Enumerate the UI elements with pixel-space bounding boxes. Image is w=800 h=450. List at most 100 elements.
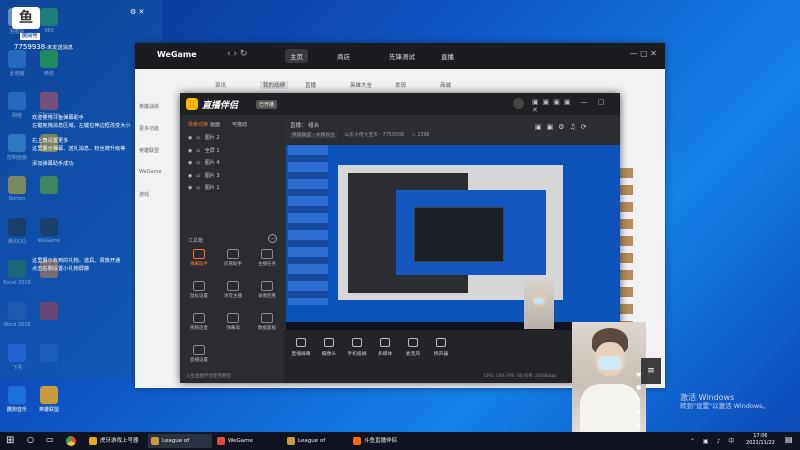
scene-item[interactable]: ◉ ▫ 图片 4 [188, 159, 220, 166]
overlay-channel-tag: 房间号 [20, 33, 40, 40]
webcam-overlay[interactable]: ♥ ● ★ ◆ ▲ [572, 322, 646, 448]
scene-tab[interactable]: 画面 [210, 121, 220, 128]
desktop-icon[interactable]: 英雄联盟 [32, 386, 66, 413]
scene-tab[interactable]: 场景切换 [188, 121, 208, 128]
scene-item[interactable]: ◉ ▫ 图片 1 [188, 184, 220, 191]
douyu-tools-add-icon[interactable]: − [268, 234, 277, 243]
viewer-icon: ♨ [411, 133, 416, 138]
wegame-left-item[interactable]: 游戏 [139, 191, 179, 213]
douyu-companion-window[interactable]: 直播伴侣 已开播 ▣▣▣▣ — ▢ ✕ 场景切换 画面 可拖动 ◉ ▫ 图片 2 ◉ ▫ 全屏… [180, 93, 620, 383]
stream-title-label: 直播： [290, 123, 307, 129]
bottom-button[interactable]: 多媒体 [372, 338, 398, 357]
wegame-tab[interactable]: 商店 [337, 51, 350, 61]
eye-icon[interactable]: ◉ [188, 148, 192, 154]
bottom-button[interactable]: 直播屏幕 [288, 338, 314, 357]
webcam-preview-small [524, 281, 554, 329]
douyu-top-right-icons[interactable]: ▣▣⚙♫⟳ [535, 123, 592, 131]
eye-icon[interactable]: ◉ [188, 135, 192, 141]
webcam-mask [598, 356, 622, 370]
wegame-tab[interactable]: 主页 [285, 49, 308, 63]
douyu-avatar[interactable] [513, 98, 524, 109]
eye-icon[interactable]: ◉ [188, 173, 192, 179]
taskbar-app[interactable]: League of Legends [148, 434, 212, 448]
tool-item[interactable]: 弹幕助手 [188, 249, 210, 267]
taskbar-app[interactable]: 斗鱼直播伴侣 [350, 434, 416, 448]
stream-room-info: 山东大佬大宝贝 · 7759938 [344, 133, 405, 138]
wegame-subnav-item[interactable]: 直播 [305, 81, 316, 89]
douyu-stream-meta: 英雄联盟 · 大师段位 山东大佬大宝贝 · 7759938 ♨ 2396 [290, 131, 430, 138]
taskbar-app-icon [151, 437, 159, 445]
tool-icon [193, 313, 205, 323]
tool-item[interactable]: 语音主播 [222, 281, 244, 299]
eye-icon[interactable]: ◉ [188, 185, 192, 191]
tool-item[interactable]: 视频连麦 [188, 313, 210, 331]
tray-icons[interactable]: ⌃ ▣ ♪ 中 [690, 436, 737, 445]
preview-left-icons [288, 145, 328, 305]
wegame-back-icon[interactable]: ‹ › ↻ [227, 49, 247, 59]
douyu-logo-icon [186, 98, 198, 110]
wegame-left-item[interactable]: 英雄联盟 [139, 147, 179, 169]
tool-item[interactable]: 数据面板 [256, 313, 278, 331]
notification-icon[interactable]: ▤ [785, 435, 793, 444]
douyu-title: 直播伴侣 [202, 101, 239, 111]
tool-item[interactable]: 鼠标设置 [188, 281, 210, 299]
bottom-button[interactable]: 扬声器 [428, 338, 454, 357]
taskbar-app[interactable]: League of Legen... [284, 434, 348, 448]
lock-icon[interactable]: ▫ [196, 173, 199, 179]
wegame-subnav-item[interactable]: 英雄大全 [350, 81, 372, 89]
chrome-taskbar-icon[interactable] [66, 436, 76, 446]
bottom-button[interactable]: 手机投屏 [344, 338, 370, 357]
scene-tab[interactable]: 可拖动 [232, 121, 247, 128]
tool-label: 数据面板 [258, 326, 276, 331]
overlay-settings-icon[interactable]: ⚙ ✕ [130, 8, 144, 16]
tool-item[interactable]: 主播任务 [256, 249, 278, 267]
windows-activation-watermark: 激活 Windows 转到"设置"以激活 Windows。 [680, 393, 769, 411]
wegame-subnav-item[interactable]: 发现 [395, 81, 406, 89]
taskview-icon[interactable]: ▭ [46, 435, 54, 444]
stream-preview[interactable] [286, 145, 620, 330]
taskbar-app[interactable]: 虎牙游戏上号器 [86, 434, 146, 448]
search-icon[interactable]: ○ [27, 435, 34, 444]
start-icon[interactable]: ⊞ [6, 436, 16, 446]
wegame-tab[interactable]: 直播 [441, 51, 454, 61]
eye-icon[interactable]: ◉ [188, 160, 192, 166]
desktop-icon[interactable]: 酷狗音乐 [0, 386, 34, 413]
taskbar-app-icon [287, 437, 295, 445]
wegame-window-controls[interactable]: — ▢ ✕ [630, 49, 657, 58]
lock-icon[interactable]: ▫ [196, 160, 199, 166]
wegame-subnav-item[interactable]: 我的战绩 [260, 81, 289, 89]
douyu-window-controls[interactable]: ▣▣▣▣ — ▢ ✕ [532, 98, 620, 114]
taskbar-app-label: League of Legends [162, 438, 190, 444]
stream-category[interactable]: 英雄联盟 · 大师段位 [290, 133, 337, 138]
bottom-button[interactable]: 麦克风 [400, 338, 426, 357]
bottom-button-icon [408, 338, 418, 347]
wegame-left-item[interactable]: WeGame [139, 169, 179, 191]
scene-item[interactable]: ◉ ▫ 图片 2 [188, 134, 220, 141]
tool-icon [261, 313, 273, 323]
bottom-button[interactable]: 摄像头 [316, 338, 342, 357]
lock-icon[interactable]: ▫ [196, 185, 199, 191]
scene-label: 图片 2 [204, 135, 220, 141]
tool-item[interactable]: 录像回看 [256, 281, 278, 299]
tool-icon [193, 345, 205, 355]
wegame-subnav-item[interactable]: 资讯 [215, 81, 226, 89]
wegame-left-item[interactable]: 更多功能 [139, 125, 179, 147]
wegame-subnav-item[interactable]: 商城 [440, 81, 451, 89]
tool-item[interactable]: 弹幕墙 [222, 313, 244, 331]
tool-item[interactable]: 直播设置 [188, 345, 210, 363]
scene-item[interactable]: ◉ ▫ 图片 3 [188, 172, 220, 179]
stream-title[interactable]: 组合 [308, 123, 319, 129]
menu-icon[interactable]: ≡ [641, 358, 661, 384]
scene-item[interactable]: ◉ ▫ 全屏 1 [188, 147, 220, 154]
wegame-tab[interactable]: 先锋测试 [389, 51, 415, 61]
douyu-status-left[interactable]: 斗鱼直播伴侣使用教程 [186, 373, 231, 379]
scene-label: 图片 3 [204, 172, 220, 179]
wegame-left-item[interactable]: 英雄战绩 [139, 103, 179, 125]
douyu-tools-header: 工具箱 [188, 238, 204, 244]
windows-taskbar: ⊞ ○ ▭ 虎牙游戏上号器 League of Legends WeGame Leag… [0, 432, 800, 450]
lock-icon[interactable]: ▫ [196, 148, 199, 154]
lock-icon[interactable]: ▫ [196, 135, 199, 141]
taskbar-app[interactable]: WeGame [214, 434, 282, 448]
taskbar-clock[interactable]: 17:06 2021/11/22 [746, 433, 775, 447]
tool-item[interactable]: 房管助手 [222, 249, 244, 267]
